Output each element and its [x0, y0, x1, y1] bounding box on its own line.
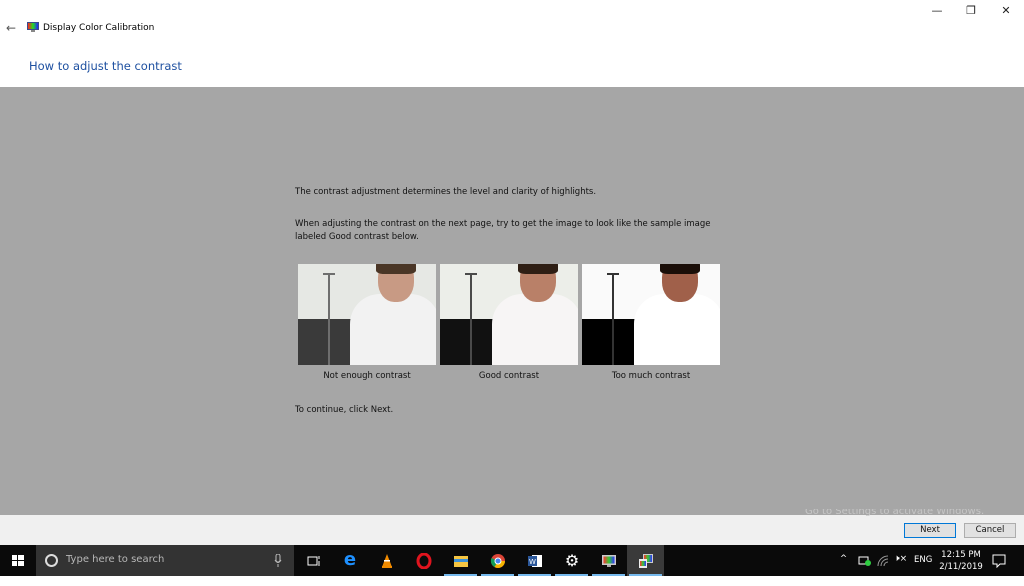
title-bar: ← Display Color Calibration — ❐ ✕ — [0, 0, 1024, 56]
sample-hair — [376, 264, 416, 274]
taskbar-settings[interactable]: ⚙ — [553, 545, 590, 576]
opera-icon — [416, 553, 432, 569]
continue-text: To continue, click Next. — [295, 405, 394, 415]
microphone-icon[interactable] — [274, 554, 282, 567]
taskbar-opera[interactable] — [405, 545, 442, 576]
start-button[interactable] — [0, 545, 36, 576]
sample-pole-cap — [607, 273, 619, 275]
sample-not-enough-contrast — [298, 264, 436, 365]
instruction-text: When adjusting the contrast on the next … — [295, 219, 711, 242]
footer-bar — [0, 515, 1024, 545]
folder-icon — [454, 556, 468, 567]
calibration-window: ← Display Color Calibration — ❐ ✕ How to… — [0, 0, 1024, 545]
cancel-button[interactable]: Cancel — [964, 523, 1016, 538]
sample-pole-cap — [465, 273, 477, 275]
system-clock[interactable]: 12:15 PM 2/11/2019 — [936, 549, 986, 573]
gear-icon: ⚙ — [564, 551, 580, 570]
windows-logo-icon — [12, 555, 24, 566]
cortana-icon — [45, 554, 58, 567]
sample-shirt — [350, 294, 436, 365]
close-button[interactable]: ✕ — [989, 0, 1023, 22]
battery-icon[interactable] — [858, 555, 872, 567]
clock-date: 2/11/2019 — [939, 562, 983, 572]
caption-too-much-contrast: Too much contrast — [611, 371, 691, 381]
sample-hair — [518, 264, 558, 274]
sample-shirt — [634, 294, 720, 365]
action-center-icon[interactable] — [992, 554, 1006, 568]
next-button[interactable]: Next — [904, 523, 956, 538]
activation-watermark: Go to Settings to activate Windows. — [805, 509, 985, 517]
caption-good-contrast: Good contrast — [478, 371, 540, 381]
taskbar-vlc[interactable] — [368, 545, 405, 576]
taskbar-file-explorer[interactable] — [442, 545, 479, 576]
search-placeholder: Type here to search — [66, 554, 165, 565]
vlc-icon — [382, 554, 392, 568]
caption-not-enough-contrast: Not enough contrast — [323, 371, 411, 381]
taskbar-word[interactable]: W — [516, 545, 553, 576]
show-hidden-icons-button[interactable]: ^ — [840, 554, 850, 585]
sample-pole — [328, 274, 330, 365]
task-view-icon — [307, 556, 320, 566]
sample-hair — [660, 264, 700, 274]
sample-shirt — [492, 294, 578, 365]
task-view-button[interactable] — [295, 545, 332, 576]
edge-icon: e — [343, 549, 357, 570]
monitor-color-icon — [602, 555, 616, 567]
page-heading: How to adjust the contrast — [29, 59, 182, 73]
taskbar: Type here to search e W ⚙ ^ 🕨× ENG 12:15… — [0, 545, 1024, 576]
window-title: Display Color Calibration — [43, 23, 155, 33]
sample-pole — [612, 274, 614, 365]
content-area: The contrast adjustment determines the l… — [0, 87, 1024, 515]
clock-time: 12:15 PM — [941, 550, 981, 560]
taskbar-color-calibration-active[interactable] — [627, 545, 664, 576]
sample-pole — [470, 274, 472, 365]
display-calibration-app-icon — [27, 22, 39, 32]
sample-good-contrast — [440, 264, 578, 365]
sample-pole-cap — [323, 273, 335, 275]
svg-text:W: W — [529, 558, 536, 566]
word-icon: W — [528, 555, 542, 567]
volume-muted-icon[interactable]: 🕨× — [894, 554, 907, 585]
taskbar-edge[interactable]: e — [331, 545, 368, 576]
minimize-button[interactable]: — — [920, 0, 954, 22]
taskbar-search-box[interactable]: Type here to search — [36, 545, 294, 576]
taskbar-chrome[interactable] — [479, 545, 516, 576]
color-calibration-icon — [639, 554, 653, 568]
chrome-icon — [490, 554, 505, 568]
wifi-icon[interactable] — [877, 555, 889, 567]
back-button[interactable]: ← — [3, 20, 19, 36]
taskbar-display-calibration[interactable] — [590, 545, 627, 576]
sample-too-much-contrast — [582, 264, 720, 365]
restore-button[interactable]: ❐ — [954, 0, 988, 22]
language-indicator[interactable]: ENG — [914, 555, 932, 586]
intro-text: The contrast adjustment determines the l… — [295, 187, 597, 197]
